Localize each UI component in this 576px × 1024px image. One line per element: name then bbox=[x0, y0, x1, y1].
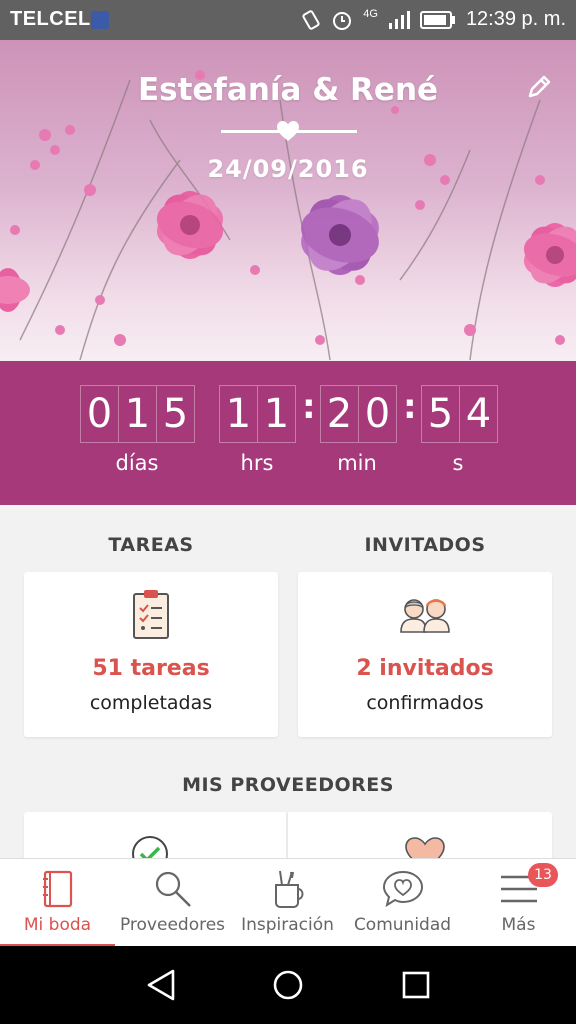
brush-cup-icon bbox=[274, 870, 303, 908]
couple-guests-icon bbox=[400, 599, 450, 633]
nav-label: Mi boda bbox=[23, 915, 92, 935]
countdown-digit: 5 bbox=[427, 391, 454, 437]
guests-card[interactable]: 2 invitados confirmados bbox=[298, 572, 552, 737]
countdown-minutes: 2 0 bbox=[320, 385, 397, 443]
rotate-icon bbox=[302, 9, 320, 30]
couple-names: Estefanía & René bbox=[137, 72, 439, 108]
status-bar: TELCEL 4G 12:39 p. m. bbox=[0, 0, 576, 40]
countdown-digit: 0 bbox=[86, 391, 113, 437]
wedding-header: Estefanía & René 24/09/2016 bbox=[0, 40, 576, 361]
nav-mi-boda[interactable]: Mi boda bbox=[0, 859, 115, 947]
countdown-digit: 1 bbox=[257, 386, 295, 442]
countdown-label-seconds: s bbox=[452, 451, 464, 475]
bottom-navigation: Mi boda Proveedores Inspiración Comunida… bbox=[0, 858, 576, 947]
tasks-title: TAREAS bbox=[108, 534, 194, 556]
back-icon[interactable] bbox=[145, 968, 177, 1002]
countdown-digit: 1 bbox=[118, 386, 156, 442]
signal-icon bbox=[388, 10, 410, 29]
carrier-label: TELCEL bbox=[10, 8, 91, 30]
countdown-digit: 5 bbox=[156, 386, 194, 442]
tasks-count: 51 tareas bbox=[92, 656, 210, 681]
countdown-separator: : bbox=[302, 387, 316, 427]
guests-subtitle: confirmados bbox=[366, 692, 484, 714]
home-icon[interactable] bbox=[271, 968, 305, 1002]
countdown-digit: 4 bbox=[459, 386, 497, 442]
guests-count: 2 invitados bbox=[356, 656, 494, 681]
divider-right bbox=[295, 130, 357, 133]
nav-label: Comunidad bbox=[353, 915, 452, 935]
network-type-label: 4G bbox=[363, 7, 378, 20]
providers-title: MIS PROVEEDORES bbox=[182, 774, 394, 796]
tasks-card[interactable]: 51 tareas completadas bbox=[24, 572, 278, 737]
countdown-seconds: 5 4 bbox=[421, 385, 498, 443]
guests-title: INVITADOS bbox=[364, 534, 486, 556]
nav-mas[interactable]: Más bbox=[461, 859, 576, 947]
clock: 12:39 p. m. bbox=[465, 8, 566, 30]
countdown-digit: 2 bbox=[326, 391, 353, 437]
carrier-app-icon bbox=[91, 11, 109, 29]
pencil-edit-icon[interactable] bbox=[524, 72, 554, 102]
chat-heart-icon bbox=[382, 870, 423, 908]
search-icon bbox=[155, 871, 191, 907]
battery-icon bbox=[419, 10, 455, 29]
clipboard-checklist-icon bbox=[133, 590, 169, 639]
recents-icon[interactable] bbox=[400, 968, 432, 1002]
tasks-subtitle: completadas bbox=[89, 692, 213, 714]
system-navigation-bar bbox=[0, 946, 576, 1024]
countdown-separator: : bbox=[403, 387, 417, 427]
countdown-days: 0 1 5 bbox=[80, 385, 195, 443]
notebook-icon bbox=[42, 870, 72, 908]
countdown-panel: 0 1 5 1 1 : 2 0 : 5 4 días hrs min s bbox=[0, 361, 576, 505]
divider-left bbox=[221, 130, 283, 133]
alarm-icon bbox=[333, 11, 352, 30]
nav-label: Más bbox=[501, 915, 536, 935]
countdown-label-hours: hrs bbox=[240, 451, 274, 475]
nav-proveedores[interactable]: Proveedores bbox=[115, 859, 230, 947]
countdown-label-minutes: min bbox=[337, 451, 377, 475]
status-icons: 4G 12:39 p. m. bbox=[301, 8, 566, 31]
countdown-digit: 1 bbox=[225, 391, 252, 437]
countdown-label-days: días bbox=[115, 451, 159, 475]
nav-label: Proveedores bbox=[119, 915, 226, 935]
countdown-digit: 0 bbox=[358, 386, 396, 442]
nav-inspiracion[interactable]: Inspiración bbox=[230, 859, 345, 947]
countdown-hours: 1 1 bbox=[219, 385, 296, 443]
nav-label: Inspiración bbox=[241, 915, 334, 935]
wedding-date: 24/09/2016 bbox=[207, 155, 369, 183]
notification-badge: 13 bbox=[528, 863, 558, 887]
nav-comunidad[interactable]: Comunidad bbox=[345, 859, 460, 947]
